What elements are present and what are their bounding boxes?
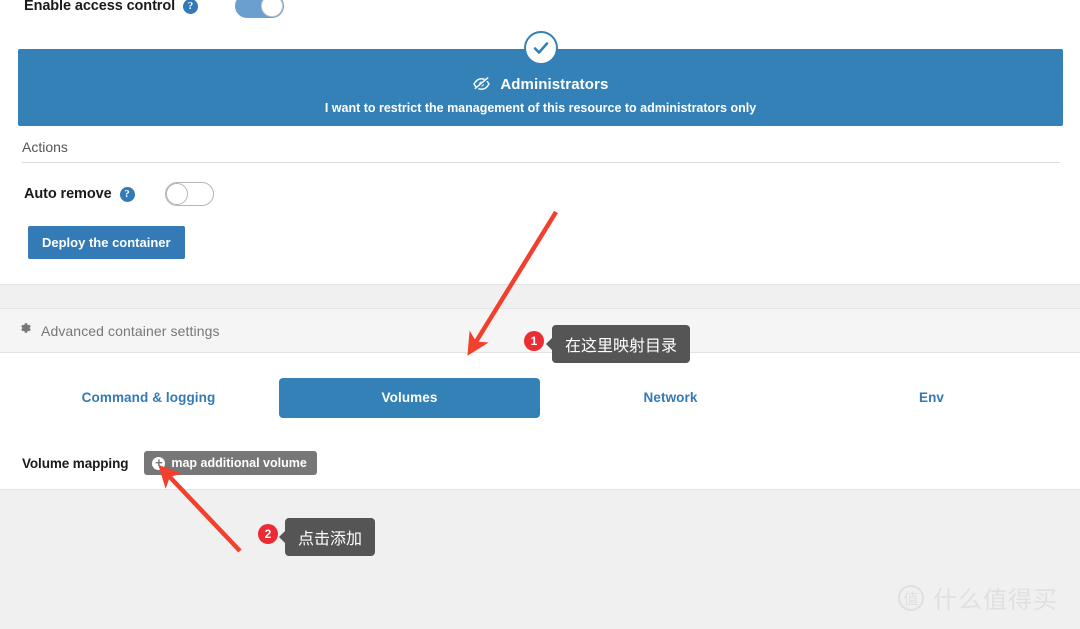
enable-access-control-toggle[interactable] xyxy=(235,0,285,18)
auto-remove-label: Auto remove xyxy=(24,186,112,202)
question-circle-icon[interactable]: ? xyxy=(183,0,199,14)
plus-circle-icon: + xyxy=(152,456,166,470)
enable-access-control-label: Enable access control xyxy=(24,0,176,14)
annotation-badge-1: 1 xyxy=(524,331,544,351)
question-circle-icon[interactable]: ? xyxy=(119,186,135,202)
annotation-tooltip-1: 在这里映射目录 xyxy=(545,325,691,363)
watermark: 值 什么值得买 xyxy=(898,580,1058,615)
map-additional-volume-button[interactable]: + map additional volume xyxy=(144,451,317,475)
gear-icon xyxy=(18,321,32,340)
advanced-settings-label: Advanced container settings xyxy=(41,322,220,339)
enable-access-control-row: Enable access control ? xyxy=(24,0,285,18)
tab-command-logging[interactable]: Command & logging xyxy=(18,378,279,418)
annotation-tooltip-2: 点击添加 xyxy=(278,518,376,556)
toggle-knob xyxy=(261,0,284,17)
administrators-title-row: Administrators xyxy=(18,76,1063,95)
tab-volumes[interactable]: Volumes xyxy=(279,378,540,418)
check-circle-icon xyxy=(523,31,558,65)
map-additional-volume-label: map additional volume xyxy=(171,456,307,470)
auto-remove-row: Auto remove ? xyxy=(24,182,214,206)
watermark-text: 什么值得买 xyxy=(933,586,1058,614)
volume-mapping-label: Volume mapping xyxy=(22,455,129,471)
tab-network[interactable]: Network xyxy=(540,378,801,418)
annotation-badge-2: 2 xyxy=(258,524,278,544)
settings-tabs: Command & logging Volumes Network Env xyxy=(18,378,1062,418)
tab-env[interactable]: Env xyxy=(801,378,1062,418)
administrators-title: Administrators xyxy=(500,76,609,93)
administrators-card[interactable]: Administrators I want to restrict the ma… xyxy=(18,31,1063,126)
deploy-container-button[interactable]: Deploy the container xyxy=(28,226,185,259)
access-control-panel: Enable access control ? Administrators I… xyxy=(0,0,1080,285)
page-background: Enable access control ? Administrators I… xyxy=(0,0,1080,629)
volume-mapping-row: Volume mapping + map additional volume xyxy=(22,451,317,475)
auto-remove-toggle[interactable] xyxy=(164,182,214,206)
eye-slash-icon xyxy=(472,76,490,95)
administrators-subtitle: I want to restrict the management of thi… xyxy=(324,101,757,115)
actions-section-title: Actions xyxy=(22,139,1060,163)
toggle-knob xyxy=(165,183,188,205)
watermark-logo-icon: 值 xyxy=(898,584,924,611)
